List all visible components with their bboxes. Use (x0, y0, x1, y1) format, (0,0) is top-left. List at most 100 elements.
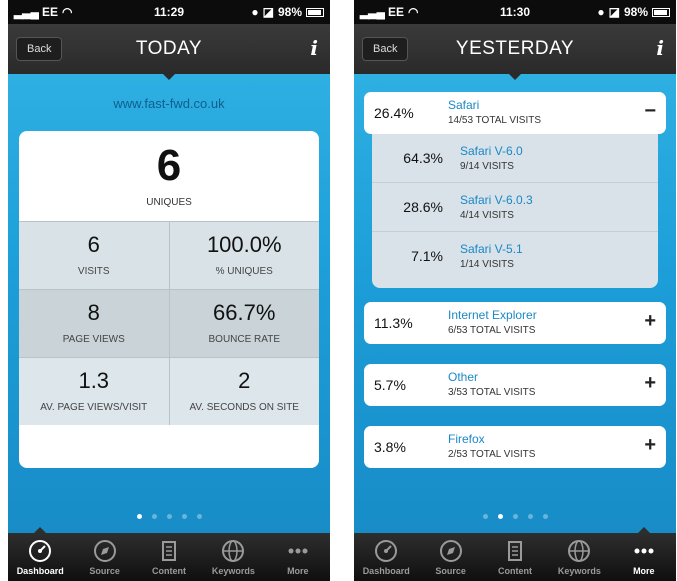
tab-keywords[interactable]: Keywords (547, 533, 611, 581)
status-bar: ▂▃▄ EE ◠ 11:29 ● ◪ 98% (8, 0, 330, 24)
stat-label: PAGE VIEWS (62, 334, 125, 345)
version-name: Safari V-6.0 (460, 144, 523, 158)
list-item[interactable]: 28.6% Safari V-6.0.3 4/14 VISITS (372, 183, 658, 232)
stat-value: 6 (87, 232, 100, 257)
version-visits: 4/14 VISITS (460, 210, 514, 221)
version-percent: 64.3% (403, 150, 443, 166)
stat-value: 8 (87, 300, 100, 325)
stats-card: 6 UNIQUES 6 VISITS 100.0% % UNIQUES 8 PA… (19, 131, 319, 468)
stat-bounce-rate: 66.7% BOUNCE RATE (168, 290, 320, 357)
browser-percent: 3.8% (374, 439, 406, 455)
battery-percent: 98% (277, 5, 302, 19)
page-dot[interactable] (151, 514, 157, 519)
browser-row-internet-explorer[interactable]: 11.3% Internet Explorer 6/53 TOTAL VISIT… (364, 302, 666, 344)
browser-visits: 6/53 TOTAL VISITS (448, 325, 536, 336)
version-name: Safari V-6.0.3 (460, 193, 533, 207)
version-name: Safari V-5.1 (460, 242, 523, 256)
tab-dashboard[interactable]: Dashboard (8, 527, 72, 581)
airplay-icon: ◪ (262, 5, 274, 19)
page-dot[interactable] (497, 514, 503, 519)
airplay-icon: ◪ (608, 5, 620, 19)
carrier-label: EE (41, 5, 58, 19)
page-dot[interactable] (136, 514, 142, 519)
browser-percent: 11.3% (374, 315, 413, 331)
uniques-label: UNIQUES (146, 197, 192, 208)
source-icon (93, 540, 116, 562)
list-item[interactable]: 7.1% Safari V-5.1 1/14 VISITS (372, 232, 658, 281)
expand-icon[interactable]: + (644, 434, 656, 457)
stat-page-views-per-visit: 1.3 AV. PAGE VIEWS/VISIT (19, 358, 169, 425)
back-button[interactable]: Back (16, 37, 63, 61)
tab-source[interactable]: Source (418, 533, 482, 581)
stat-label: AV. PAGE VIEWS/VISIT (40, 402, 148, 413)
browser-name: Safari (448, 98, 480, 112)
page-indicator[interactable] (354, 506, 676, 524)
tab-content[interactable]: Content (137, 533, 201, 581)
tab-keywords[interactable]: Keywords (201, 533, 265, 581)
tab-dashboard[interactable]: Dashboard (354, 533, 418, 581)
tab-label: Keywords (557, 566, 601, 576)
status-bar: ▂▃▄ EE ◠ 11:30 ● ◪ 98% (354, 0, 676, 24)
back-button[interactable]: Back (362, 37, 409, 61)
browser-row-safari[interactable]: 26.4% Safari 14/53 TOTAL VISITS − (364, 92, 666, 134)
stat-label: BOUNCE RATE (208, 334, 281, 345)
version-visits: 9/14 VISITS (460, 161, 514, 172)
battery-icon (306, 7, 324, 17)
location-icon: ● (251, 5, 259, 19)
stat-value: 66.7% (213, 300, 276, 325)
stat-page-views: 8 PAGE VIEWS (19, 290, 169, 357)
site-url: www.fast-fwd.co.uk (113, 96, 225, 111)
tab-label: More (287, 566, 309, 576)
stat-value: 1.3 (78, 368, 110, 393)
tab-more[interactable]: More (266, 533, 330, 581)
browser-name: Firefox (448, 432, 485, 446)
location-icon: ● (597, 5, 605, 19)
version-percent: 28.6% (403, 199, 443, 215)
phone-screen-today: ▂▃▄ EE ◠ 11:29 ● ◪ 98% Back TODAY i www.… (8, 0, 330, 581)
tab-content[interactable]: Content (483, 533, 547, 581)
wifi-icon: ◠ (61, 5, 73, 19)
page-dot[interactable] (196, 514, 202, 519)
source-icon (439, 540, 462, 562)
page-indicator[interactable] (8, 506, 330, 524)
more-icon (634, 548, 654, 554)
browser-row-firefox[interactable]: 3.8% Firefox 2/53 TOTAL VISITS + (364, 426, 666, 468)
info-icon[interactable]: i (656, 36, 664, 60)
tab-label: Dashboard (16, 566, 64, 576)
tab-bar: Dashboard Source Content Keywords More (354, 527, 676, 581)
collapse-icon[interactable]: − (644, 100, 656, 123)
tab-label: Content (498, 566, 533, 576)
tab-label: Source (89, 566, 120, 576)
battery-percent: 98% (623, 5, 648, 19)
tab-more[interactable]: More (612, 527, 676, 581)
stats-row: 6 VISITS 100.0% % UNIQUES (19, 221, 319, 289)
carrier-label: EE (387, 5, 404, 19)
stats-row: 1.3 AV. PAGE VIEWS/VISIT 2 AV. SECONDS O… (19, 357, 319, 425)
page-dot[interactable] (166, 514, 172, 519)
browser-name: Internet Explorer (448, 308, 537, 322)
stat-value: 100.0% (206, 232, 282, 257)
tab-label: Source (435, 566, 466, 576)
stat-unique-percent: 100.0% % UNIQUES (168, 222, 320, 289)
browser-percent: 5.7% (374, 377, 406, 393)
page-dot[interactable] (527, 514, 533, 519)
browser-percent: 26.4% (374, 105, 414, 121)
battery-icon (652, 7, 670, 17)
signal-icon: ▂▃▄ (360, 5, 385, 19)
page-dot[interactable] (181, 514, 187, 519)
page-title: YESTERDAY (455, 38, 575, 59)
expand-icon[interactable]: + (644, 372, 656, 395)
expand-icon[interactable]: + (644, 310, 656, 333)
list-item[interactable]: 64.3% Safari V-6.0 9/14 VISITS (372, 134, 658, 183)
page-dot[interactable] (512, 514, 518, 519)
nav-bar: Back YESTERDAY i (354, 24, 676, 80)
signal-icon: ▂▃▄ (14, 5, 39, 19)
page-dot[interactable] (482, 514, 488, 519)
wifi-icon: ◠ (407, 5, 419, 19)
stat-visits: 6 VISITS (19, 222, 169, 289)
tab-source[interactable]: Source (72, 533, 136, 581)
browser-row-other[interactable]: 5.7% Other 3/53 TOTAL VISITS + (364, 364, 666, 406)
info-icon[interactable]: i (310, 36, 318, 60)
page-dot[interactable] (542, 514, 548, 519)
page-title: TODAY (135, 38, 203, 59)
